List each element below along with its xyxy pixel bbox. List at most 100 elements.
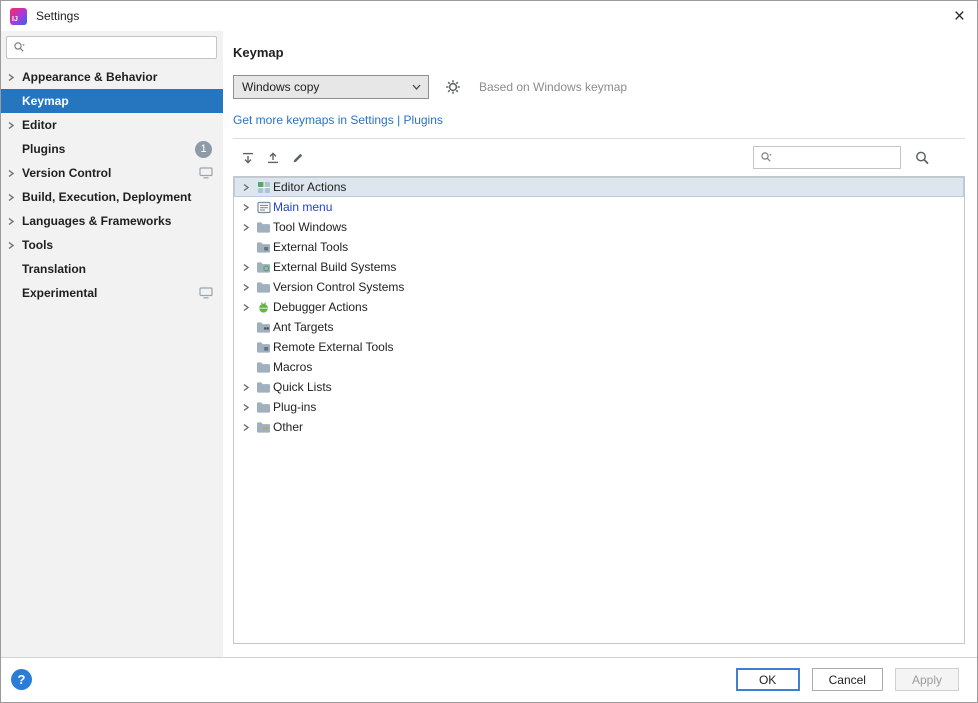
tree-row-main-menu[interactable]: Main menu	[234, 197, 964, 217]
help-icon[interactable]: ?	[11, 669, 32, 690]
ant-icon	[254, 321, 273, 334]
tree-row-remote-external-tools[interactable]: Remote External Tools	[234, 337, 964, 357]
based-on-label: Based on Windows keymap	[479, 80, 628, 94]
tree-row-debugger-actions[interactable]: Debugger Actions	[234, 297, 964, 317]
sidebar-item-version-control[interactable]: Version Control	[1, 161, 223, 185]
chevron-right-icon[interactable]	[7, 73, 22, 82]
chevron-right-icon[interactable]	[7, 121, 22, 130]
tree-row-tool-windows[interactable]: Tool Windows	[234, 217, 964, 237]
sidebar-item-plugins[interactable]: Plugins 1	[1, 137, 223, 161]
tree-row-label: Debugger Actions	[273, 300, 368, 314]
tree-row-label: Quick Lists	[273, 380, 332, 394]
tree-row-label: Other	[273, 420, 304, 434]
search-icon	[760, 151, 773, 164]
expand-all-icon	[241, 151, 255, 165]
editor-actions-icon	[254, 181, 273, 194]
find-by-shortcut-icon[interactable]	[914, 150, 931, 166]
chevron-right-icon[interactable]	[238, 203, 254, 212]
expand-all-button[interactable]	[235, 147, 260, 169]
tree-row-label: Ant Targets	[273, 320, 334, 334]
tree-row-quick-lists[interactable]: Quick Lists	[234, 377, 964, 397]
tree-row-label: Editor Actions	[273, 180, 347, 194]
sidebar-item-build-execution-deployment[interactable]: Build, Execution, Deployment	[1, 185, 223, 209]
tree-row-label: Tool Windows	[273, 220, 348, 234]
tree-row-plug-ins[interactable]: Plug-ins	[234, 397, 964, 417]
chevron-right-icon[interactable]	[238, 223, 254, 232]
sidebar: Appearance & Behavior Keymap Editor Plugins…	[1, 31, 223, 657]
sidebar-item-label: Editor	[22, 118, 57, 132]
window-title: Settings	[36, 9, 80, 23]
tree-row-external-tools[interactable]: External Tools	[234, 237, 964, 257]
dialog-buttons: OK Cancel Apply	[735, 668, 959, 691]
tree-row-macros[interactable]: Macros	[234, 357, 964, 377]
edit-icon	[291, 151, 305, 165]
gear-icon[interactable]	[445, 79, 461, 95]
close-icon[interactable]: ×	[954, 7, 965, 26]
search-icon	[13, 41, 26, 54]
chevron-right-icon[interactable]	[238, 423, 254, 432]
sidebar-item-label: Appearance & Behavior	[22, 70, 158, 84]
folder-icon	[254, 361, 273, 374]
sidebar-search-field[interactable]	[6, 36, 217, 59]
action-search-input[interactable]	[773, 150, 894, 165]
tree-row-label: Macros	[273, 360, 313, 374]
chevron-down-icon	[408, 84, 425, 90]
chevron-right-icon[interactable]	[238, 303, 254, 312]
ok-button[interactable]: OK	[735, 668, 800, 691]
tree-row-label: Version Control Systems	[273, 280, 405, 294]
sidebar-item-appearance-behavior[interactable]: Appearance & Behavior	[1, 65, 223, 89]
chevron-right-icon[interactable]	[238, 263, 254, 272]
chevron-right-icon[interactable]	[238, 383, 254, 392]
title-bar: IJ Settings ×	[1, 1, 977, 31]
sidebar-item-label: Keymap	[22, 94, 69, 108]
tree-row-label: Main menu	[273, 200, 333, 214]
intellij-logo-icon: IJ	[10, 7, 27, 25]
plugins-count-badge: 1	[195, 140, 212, 158]
sidebar-item-tools[interactable]: Tools	[1, 233, 223, 257]
chevron-right-icon[interactable]	[7, 169, 22, 178]
sidebar-item-label: Tools	[22, 238, 54, 252]
page-title: Keymap	[233, 45, 284, 60]
other-icon	[254, 421, 273, 434]
chevron-right-icon[interactable]	[238, 183, 254, 192]
collapse-all-button[interactable]	[260, 147, 285, 169]
folder-icon	[254, 401, 273, 414]
collapse-all-icon	[266, 151, 280, 165]
main-menu-icon	[254, 201, 273, 214]
folder-icon	[254, 281, 273, 294]
tree-row-version-control-systems[interactable]: Version Control Systems	[234, 277, 964, 297]
edit-button[interactable]	[285, 147, 310, 169]
tree-row-other[interactable]: Other	[234, 417, 964, 437]
tree-row-ant-targets[interactable]: Ant Targets	[234, 317, 964, 337]
keymap-select[interactable]: Windows copy	[233, 75, 429, 99]
get-more-keymaps-link[interactable]: Get more keymaps in Settings | Plugins	[233, 113, 443, 127]
sidebar-item-label: Experimental	[22, 286, 98, 300]
action-search-field[interactable]	[753, 146, 901, 169]
tree-row-label: Remote External Tools	[273, 340, 394, 354]
debugger-icon	[254, 301, 273, 314]
tree-row-external-build-systems[interactable]: External Build Systems	[234, 257, 964, 277]
settings-window: IJ Settings × Appearance & Behavior Keyma…	[0, 0, 978, 703]
chevron-right-icon[interactable]	[7, 193, 22, 202]
keymap-toolbar	[233, 138, 965, 169]
chevron-right-icon[interactable]	[7, 217, 22, 226]
cancel-button[interactable]: Cancel	[811, 668, 883, 691]
sidebar-item-label: Translation	[22, 262, 87, 276]
tree-row-editor-actions[interactable]: Editor Actions	[234, 177, 964, 197]
tree-row-label: Plug-ins	[273, 400, 317, 414]
build-systems-icon	[254, 261, 273, 274]
chevron-right-icon[interactable]	[7, 241, 22, 250]
folder-icon	[254, 381, 273, 394]
chevron-right-icon[interactable]	[238, 403, 254, 412]
apply-button: Apply	[894, 668, 959, 691]
footer-bar: ? OK Cancel Apply	[1, 657, 977, 702]
external-tools-icon	[254, 341, 273, 354]
sidebar-item-label: Plugins	[22, 142, 66, 156]
chevron-right-icon[interactable]	[238, 283, 254, 292]
sidebar-item-languages-frameworks[interactable]: Languages & Frameworks	[1, 209, 223, 233]
settings-group-icon	[199, 167, 213, 179]
sidebar-item-experimental[interactable]: Experimental	[1, 281, 223, 305]
sidebar-item-editor[interactable]: Editor	[1, 113, 223, 137]
sidebar-item-keymap[interactable]: Keymap	[1, 89, 223, 113]
sidebar-item-translation[interactable]: Translation	[1, 257, 223, 281]
